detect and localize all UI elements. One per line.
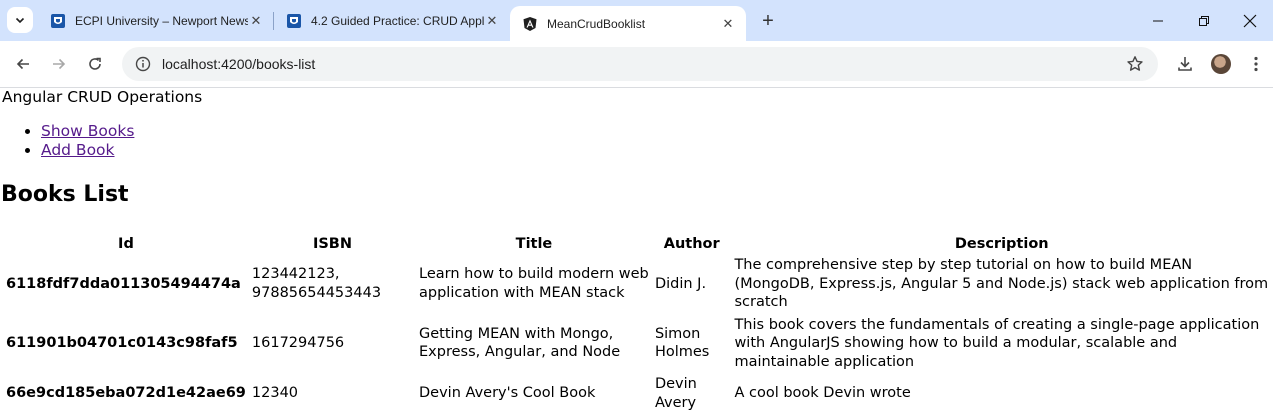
tab-ecpi[interactable]: ECPI University – Newport News ✕	[38, 0, 274, 41]
cell-isbn: 12340	[251, 385, 299, 402]
table-row: 66e9cd185eba072d1e42ae69 12340 Devin Ave…	[4, 374, 1271, 413]
reload-button[interactable]	[83, 52, 107, 76]
tab-strip: ECPI University – Newport News ✕ 4.2 Gui…	[0, 0, 1273, 41]
shield-icon	[50, 13, 66, 29]
page-content: Angular CRUD Operations Show Books Add B…	[0, 88, 1273, 419]
table-row: 6118fdf7dda011305494474a 123442123, 9788…	[4, 255, 1271, 313]
minimize-icon	[1153, 20, 1163, 21]
cell-description: This book covers the fundamentals of cre…	[734, 316, 1260, 370]
tab-guided-practice[interactable]: 4.2 Guided Practice: CRUD Appli ✕	[274, 0, 510, 41]
profile-button[interactable]	[1209, 52, 1233, 76]
chevron-down-icon	[15, 17, 25, 24]
cell-description: A cool book Devin wrote	[734, 385, 911, 402]
column-header-title: Title	[515, 236, 553, 252]
tab-title: MeanCrudBooklist	[547, 16, 646, 31]
column-header-isbn: ISBN	[312, 236, 352, 252]
minimize-button[interactable]	[1135, 0, 1181, 41]
add-book-link[interactable]: Add Book	[41, 141, 115, 159]
url-text: localhost:4200/books-list	[162, 56, 316, 72]
plus-icon: +	[762, 9, 774, 32]
downloads-button[interactable]	[1173, 52, 1197, 76]
reload-icon	[89, 57, 101, 70]
nav-item-show-books: Show Books	[41, 122, 134, 141]
column-header-description: Description	[954, 236, 1049, 252]
cell-author: Simon Holmes	[654, 325, 710, 361]
cell-id: 6118fdf7dda011305494474a	[6, 275, 241, 292]
shield-icon	[286, 13, 302, 29]
cell-description: The comprehensive step by step tutorial …	[734, 257, 1269, 310]
cell-author: Didin J.	[654, 275, 707, 292]
back-button[interactable]	[11, 52, 35, 76]
restore-button[interactable]	[1181, 0, 1227, 41]
avatar	[1211, 54, 1231, 74]
cell-title: Devin Avery's Cool Book	[419, 385, 596, 402]
app-nav: Show Books Add Book	[4, 122, 134, 160]
info-icon[interactable]	[134, 55, 152, 73]
close-icon	[1243, 14, 1257, 27]
new-tab-button[interactable]: +	[757, 10, 779, 32]
close-icon[interactable]: ✕	[248, 13, 264, 29]
show-books-link[interactable]: Show Books	[41, 122, 134, 140]
menu-button[interactable]	[1244, 52, 1268, 76]
angular-icon	[522, 16, 538, 32]
close-icon[interactable]: ✕	[720, 16, 736, 32]
close-window-button[interactable]	[1227, 0, 1273, 41]
close-icon[interactable]: ✕	[484, 13, 500, 29]
cell-title: Getting MEAN with Mongo, Express, Angula…	[419, 325, 621, 361]
books-table: Id ISBN Title Author Description 6118fdf…	[2, 233, 1273, 415]
restore-icon	[1199, 15, 1209, 26]
table-row: 611901b04701c0143c98faf5 1617294756 Gett…	[4, 315, 1271, 373]
column-header-author: Author	[663, 236, 720, 252]
browser-toolbar: localhost:4200/books-list	[0, 41, 1273, 88]
cell-id: 66e9cd185eba072d1e42ae69	[6, 385, 246, 402]
page-title: Books List	[1, 182, 129, 207]
app-title: Angular CRUD Operations	[2, 88, 203, 106]
tab-title: 4.2 Guided Practice: CRUD Appli	[311, 13, 484, 28]
cell-id: 611901b04701c0143c98faf5	[6, 335, 238, 351]
tab-title: ECPI University – Newport News	[75, 13, 248, 28]
star-icon[interactable]	[1126, 55, 1144, 73]
arrow-right-icon	[53, 58, 66, 70]
cell-isbn: 123442123, 97885654453443	[251, 266, 382, 301]
window-controls	[1135, 0, 1273, 41]
forward-button[interactable]	[47, 52, 71, 76]
column-header-id: Id	[118, 236, 134, 252]
cell-author: Devin Avery	[654, 376, 697, 411]
arrow-left-icon	[16, 58, 29, 70]
tab-search-button[interactable]	[7, 7, 33, 33]
nav-item-add-book: Add Book	[41, 141, 134, 160]
download-icon	[1178, 57, 1192, 71]
tabs: ECPI University – Newport News ✕ 4.2 Gui…	[38, 0, 746, 41]
table-header-row: Id ISBN Title Author Description	[4, 235, 1271, 253]
more-vert-icon	[1254, 56, 1258, 72]
cell-title: Learn how to build modern web applicatio…	[419, 266, 649, 301]
tab-mean-crud-booklist[interactable]: MeanCrudBooklist ✕	[510, 6, 746, 41]
cell-isbn: 1617294756	[251, 335, 345, 351]
address-bar[interactable]: localhost:4200/books-list	[122, 47, 1158, 81]
